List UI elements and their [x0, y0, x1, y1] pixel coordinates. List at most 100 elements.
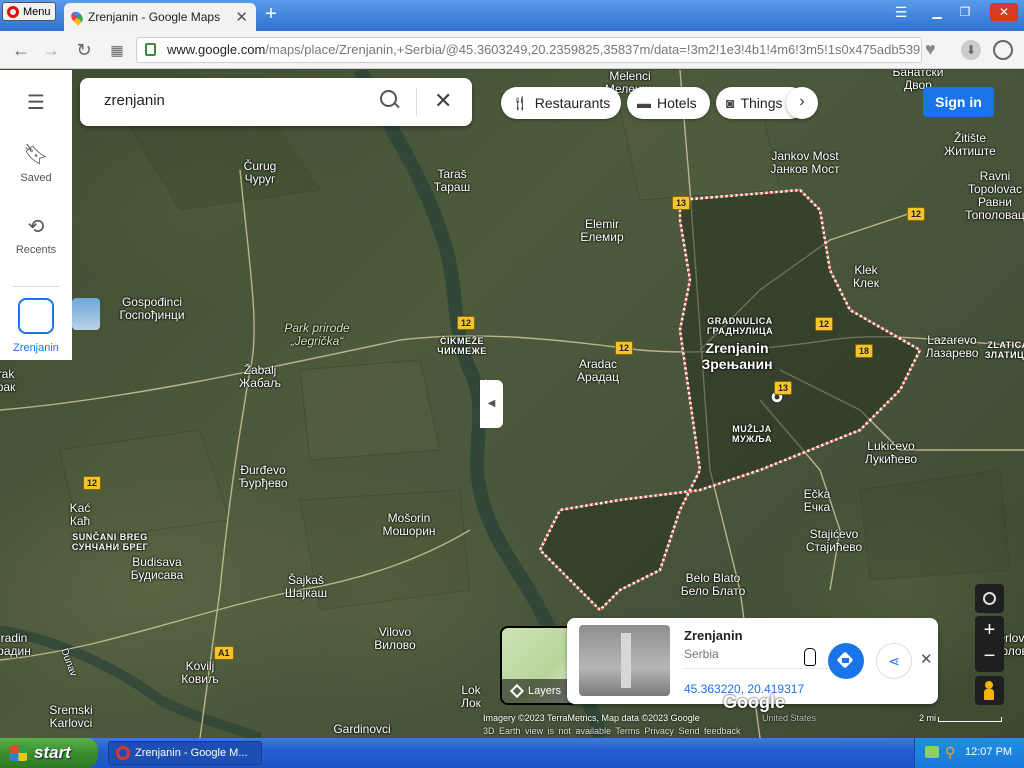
card-title[interactable]: Zrenjanin	[684, 628, 743, 643]
place-photo-preview[interactable]	[72, 298, 100, 330]
search-divider	[416, 88, 417, 116]
place-label-elemir: Elemir Елемир	[580, 217, 624, 244]
search-icon[interactable]	[380, 90, 402, 112]
camera-icon: ◙	[726, 95, 735, 111]
place-label-zabalj: Žabalj Жабаљ	[238, 363, 282, 390]
place-label-rak: rakрак	[0, 367, 16, 394]
place-label-lukicevo: Lukićevo Лукићево	[864, 439, 918, 466]
place-label-zlatica: ZLATICAЗЛАТИЦА	[984, 340, 1024, 360]
place-label-radin: radin радин	[0, 631, 31, 658]
system-tray: ⚲ 12:07 PM	[914, 738, 1024, 768]
road-shield: 12	[457, 316, 476, 330]
pegman-icon[interactable]	[975, 676, 1004, 705]
network-icon[interactable]	[925, 746, 939, 758]
close-icon[interactable]: ✕	[434, 88, 452, 114]
opera-menu-button[interactable]: Menu	[2, 2, 56, 21]
hand-cursor-icon	[804, 648, 816, 666]
opera-logo-icon	[7, 5, 19, 18]
place-label-stajicevo: Stajićevo Стајићево	[805, 527, 863, 554]
chevron-right-icon[interactable]: ›	[786, 87, 818, 119]
scale-label[interactable]: 2 mi	[919, 713, 936, 723]
place-label-vilovo: Vilovo Вилово	[374, 625, 416, 652]
windows-logo-icon	[10, 745, 27, 761]
saved-button[interactable]: 🔖︎ Saved	[0, 144, 72, 184]
lock-icon	[145, 43, 156, 56]
chip-restaurants[interactable]: 🍴︎ Restaurants	[501, 87, 621, 119]
browser-menu-icon[interactable]: ☰	[890, 3, 912, 21]
chip-restaurants-label: Restaurants	[534, 95, 611, 111]
start-label: start	[34, 743, 71, 762]
fork-knife-icon: 🍴︎	[511, 94, 529, 111]
place-label-jankov-most: Jankov Most Јанков Мост	[770, 149, 840, 176]
place-label-lazarevo: Lazarevo Лазарево	[925, 333, 979, 360]
close-icon[interactable]: ✕	[920, 650, 933, 668]
collapse-panel-button[interactable]: ◀	[480, 380, 503, 428]
place-photo[interactable]	[579, 625, 670, 696]
road-shield: A1	[214, 646, 234, 660]
place-label-sremski-karlovci: Sremski Karlovci	[49, 703, 93, 730]
main-menu-button[interactable]: ☰	[0, 92, 72, 120]
place-label-djurdjevo: Đurđevo Ђурђево	[238, 463, 288, 490]
history-icon: ⟲	[27, 216, 45, 238]
privacy-link[interactable]: Privacy	[644, 726, 674, 736]
scale-bar[interactable]	[938, 717, 1002, 722]
place-label-budisava: Budisava Будисава	[130, 555, 184, 582]
road-shield: 18	[855, 344, 874, 358]
rail-divider	[12, 286, 60, 287]
reload-icon[interactable]: ↻	[73, 39, 95, 61]
place-label-curug: Čurug Чуруг	[243, 159, 277, 186]
road-shield: 13	[672, 196, 691, 210]
place-label-zrenjanin-city[interactable]: Zrenjanin Зрењанин	[701, 340, 772, 372]
place-label-kac: Kać Каћ	[69, 501, 91, 528]
bookmark-heart-icon[interactable]: ♥	[925, 39, 936, 60]
chip-hotels[interactable]: ▬ Hotels	[627, 87, 710, 119]
forward-icon[interactable]: →	[40, 39, 62, 61]
road-shield: 13	[774, 381, 793, 395]
share-icon[interactable]: ⋖	[876, 643, 912, 679]
place-label-gardinovci: Gardinovci	[333, 722, 391, 736]
url-field[interactable]: www.google.com/maps/place/Zrenjanin,+Ser…	[136, 37, 922, 63]
recent-place-zrenjanin[interactable]: Zrenjanin	[0, 296, 72, 354]
place-label-muzlja: MUŽLJA МУЖЉА	[731, 424, 773, 444]
earth-note: 3D Earth view is not available	[483, 726, 612, 736]
sign-in-button[interactable]: Sign in	[923, 87, 994, 117]
imagery-credit: Imagery ©2023 TerraMetrics, Map data ©20…	[483, 713, 700, 723]
recent-place-label: Zrenjanin	[13, 342, 59, 354]
browser-tab[interactable]: Zrenjanin - Google Maps ✕	[64, 3, 256, 31]
zoom-out-button[interactable]: −	[975, 644, 1004, 672]
url-path: /maps/place/Zrenjanin,+Serbia/@45.360324…	[265, 42, 922, 57]
start-button[interactable]: start	[0, 738, 98, 768]
speed-dial-grid-icon[interactable]: ▦	[106, 39, 128, 61]
bed-icon: ▬	[637, 95, 651, 111]
opera-logo-icon	[116, 746, 130, 760]
clock[interactable]: 12:07 PM	[965, 746, 1012, 758]
download-icon[interactable]: ⬇	[961, 40, 981, 60]
tab-close-icon[interactable]: ✕	[235, 8, 248, 26]
road-shield: 12	[615, 341, 634, 355]
account-icon[interactable]	[993, 40, 1013, 60]
place-label-lok: Lok Лок	[461, 683, 481, 710]
place-label-gospodinci: Gospođinci Госпођинци	[119, 295, 185, 322]
taskbar-item-browser[interactable]: Zrenjanin - Google M...	[108, 741, 262, 765]
place-label-ravni-topolovac: Ravni Topolovac Равни Тополовац	[965, 169, 1024, 222]
place-label-gradnulica: GRADNULICA ГРАДНУЛИЦА	[706, 316, 774, 336]
back-icon[interactable]: ←	[10, 39, 32, 61]
feedback-link[interactable]: Send feedback	[678, 726, 740, 736]
place-label-kovilj: Kovilj Ковиљ	[181, 659, 219, 686]
search-icon[interactable]: ⚲	[945, 744, 955, 761]
maximize-button[interactable]: ❐	[954, 3, 976, 21]
place-label-zitiste: Žitište Житиште	[944, 131, 996, 158]
terms-link[interactable]: Terms	[615, 726, 640, 736]
recents-button[interactable]: ⟲ Recents	[0, 216, 72, 256]
search-input[interactable]: zrenjanin	[104, 92, 165, 109]
my-location-icon[interactable]	[975, 584, 1004, 613]
browser-tab-bar: Menu Zrenjanin - Google Maps ✕ + ☰ ▁ ❐ ✕	[0, 0, 1024, 31]
minimize-button[interactable]: ▁	[926, 3, 948, 21]
new-tab-button[interactable]: +	[262, 4, 280, 24]
search-box: zrenjanin ✕	[80, 78, 472, 126]
region-link[interactable]: United States	[762, 713, 816, 723]
directions-icon[interactable]	[828, 643, 864, 679]
close-window-button[interactable]: ✕	[990, 3, 1018, 21]
zoom-in-button[interactable]: +	[975, 616, 1004, 644]
place-label-klek: Klek Клек	[853, 263, 879, 290]
